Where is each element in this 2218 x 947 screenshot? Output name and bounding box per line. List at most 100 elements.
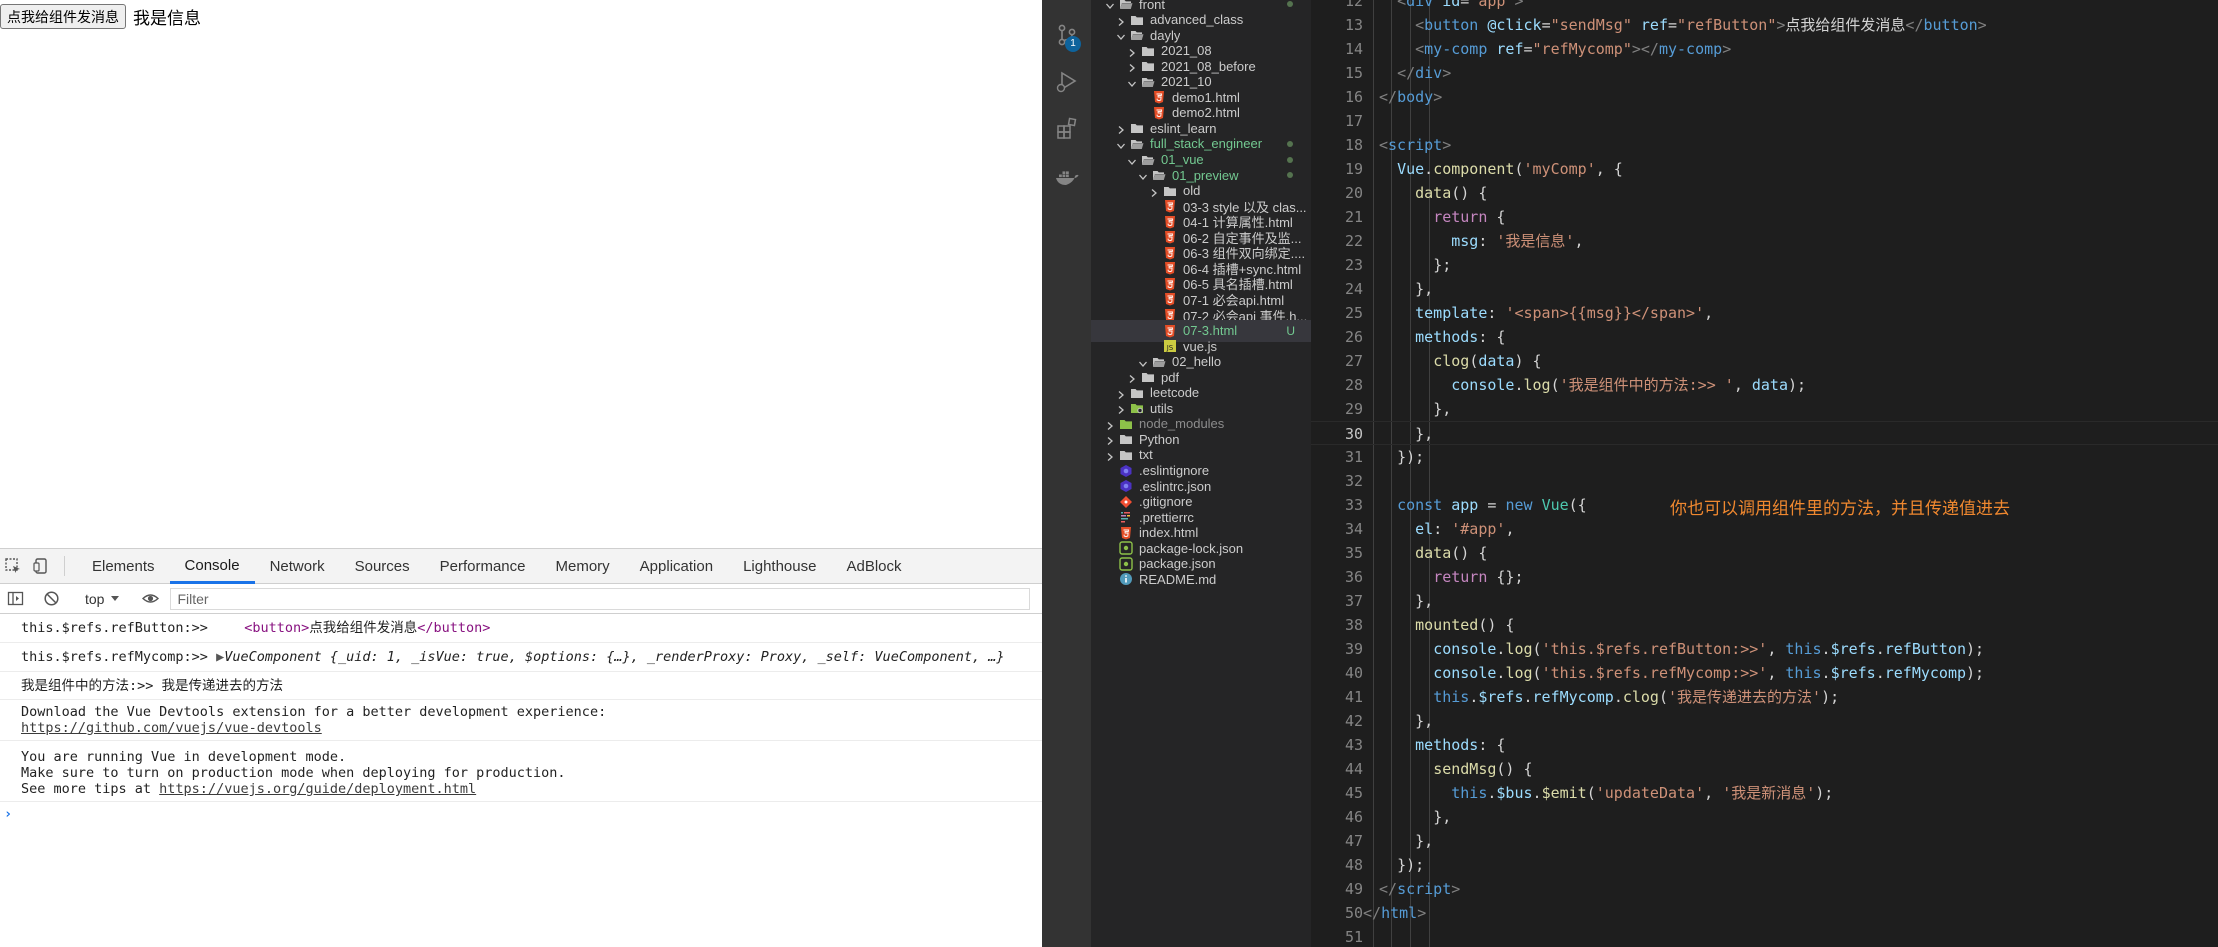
chevron-right-icon[interactable] [1105, 419, 1115, 430]
code-text: }, [1415, 712, 1434, 730]
chevron-right-icon[interactable] [1149, 186, 1159, 197]
code-line[interactable]: 49 </script> [1311, 877, 2218, 901]
code-line[interactable]: 36 return {}; [1311, 565, 2218, 589]
send-message-button[interactable]: 点我给组件发消息 [0, 4, 126, 29]
code-text: }, [1433, 400, 1452, 418]
code-line[interactable]: 46 }, [1311, 805, 2218, 829]
code-line[interactable]: 40 console.log('this.$refs.refMycomp:>>'… [1311, 661, 2218, 685]
expand-triangle-icon[interactable]: ▶ [216, 649, 224, 665]
code-line[interactable]: 16 </body> [1311, 85, 2218, 109]
line-number: 45 [1344, 784, 1363, 802]
chevron-down-icon[interactable] [1127, 155, 1137, 165]
tab-lighthouse[interactable]: Lighthouse [728, 549, 831, 584]
extensions-icon[interactable] [1054, 116, 1080, 142]
code-line[interactable]: 38 mounted() { [1311, 613, 2218, 637]
inspect-element-icon[interactable] [4, 557, 22, 575]
chevron-down-icon[interactable] [1127, 77, 1137, 87]
code-line[interactable]: 39 console.log('this.$refs.refButton:>>'… [1311, 637, 2218, 661]
run-debug-icon[interactable] [1054, 68, 1080, 94]
code-line[interactable]: 42 }, [1311, 709, 2218, 733]
code-line[interactable]: 35 data() { [1311, 541, 2218, 565]
chevron-right-icon[interactable] [1116, 388, 1126, 399]
chevron-right-icon[interactable] [1116, 123, 1126, 135]
line-number: 29 [1344, 400, 1363, 418]
code-text: }, [1433, 808, 1452, 826]
console-prompt[interactable]: › [0, 802, 1042, 826]
chevron-right-icon[interactable] [1127, 61, 1137, 73]
code-line[interactable]: 17 [1311, 109, 2218, 133]
code-line[interactable]: 13 <button @click="sendMsg" ref="refButt… [1311, 13, 2218, 37]
chevron-down-icon[interactable] [1116, 30, 1126, 41]
chevron-down-icon[interactable] [1116, 139, 1126, 149]
code-line[interactable]: 41 this.$refs.refMycomp.clog('我是传递进去的方法'… [1311, 685, 2218, 709]
tab-console[interactable]: Console [169, 549, 255, 584]
code-line[interactable]: 15 </div> [1311, 61, 2218, 85]
code-line[interactable]: 25 template: '<span>{{msg}}</span>', [1311, 301, 2218, 325]
console-toolbar: top [0, 584, 1042, 614]
chevron-right-icon[interactable] [1116, 15, 1126, 26]
code-line[interactable]: 27 clog(data) { [1311, 349, 2218, 373]
code-line[interactable]: 51 [1311, 925, 2218, 947]
console-filter-input[interactable] [170, 587, 1031, 610]
code-line[interactable]: 22 msg: '我是信息', [1311, 229, 2218, 253]
code-line[interactable]: 18 <script> [1311, 133, 2218, 157]
log-label: this.$refs.refMycomp:>> [21, 649, 208, 665]
code-text: <button @click="sendMsg" ref="refButton"… [1415, 16, 1987, 34]
clear-console-icon[interactable] [41, 589, 61, 609]
line-number: 26 [1344, 328, 1363, 346]
code-line[interactable]: 31 }); [1311, 445, 2218, 469]
code-line[interactable]: 50 </html> [1311, 901, 2218, 925]
code-line[interactable]: 32 [1311, 469, 2218, 493]
code-line[interactable]: 21 return { [1311, 205, 2218, 229]
chevron-down-icon[interactable] [1138, 357, 1148, 367]
context-selector[interactable]: top [85, 591, 120, 607]
chevron-right-icon[interactable] [1105, 450, 1115, 461]
code-line[interactable]: 24 }, [1311, 277, 2218, 301]
code-line[interactable]: 37 }, [1311, 589, 2218, 613]
chevron-down-icon[interactable] [1138, 170, 1148, 181]
tab-memory[interactable]: Memory [541, 549, 625, 584]
docker-icon[interactable] [1054, 165, 1080, 191]
line-number: 16 [1344, 88, 1363, 106]
live-expression-eye-icon[interactable] [140, 589, 160, 609]
deployment-link[interactable]: https://vuejs.org/guide/deployment.html [159, 781, 476, 797]
chevron-right-icon[interactable] [1127, 372, 1137, 384]
code-line[interactable]: 34 el: '#app', [1311, 517, 2218, 541]
code-editor[interactable]: 12 <div id="app"> 13 <button @click="send… [1311, 0, 2218, 947]
line-number: 38 [1344, 616, 1363, 634]
code-line[interactable]: 44 sendMsg() { [1311, 757, 2218, 781]
tab-performance[interactable]: Performance [425, 549, 541, 584]
devtools-link[interactable]: https://github.com/vuejs/vue-devtools [21, 720, 1021, 736]
console-log-row: this.$refs.refMycomp:>> ▶VueComponent {_… [0, 643, 1042, 672]
tab-network[interactable]: Network [255, 549, 340, 584]
line-number: 40 [1344, 664, 1363, 682]
tab-sources[interactable]: Sources [340, 549, 425, 584]
code-line[interactable]: 23 }; [1311, 253, 2218, 277]
code-line[interactable]: 30 }, [1311, 421, 2218, 445]
device-toolbar-icon[interactable] [32, 557, 50, 575]
explorer-file[interactable]: README.md [1091, 568, 1311, 590]
code-line[interactable]: 43 methods: { [1311, 733, 2218, 757]
code-line[interactable]: 47 }, [1311, 829, 2218, 853]
sidebar-toggle-icon[interactable] [5, 589, 25, 609]
code-line[interactable]: 14 <my-comp ref="refMycomp"></my-comp> [1311, 37, 2218, 61]
code-line[interactable]: 48 }); [1311, 853, 2218, 877]
log-object-preview[interactable]: VueComponent {_uid: 1, _isVue: true, $op… [224, 649, 1004, 665]
chevron-right-icon[interactable] [1127, 46, 1137, 57]
tab-elements[interactable]: Elements [77, 549, 170, 584]
chevron-right-icon[interactable] [1116, 403, 1126, 415]
code-line[interactable]: 12 <div id="app"> [1311, 0, 2218, 13]
log-html-open[interactable]: <button> [244, 620, 309, 636]
tab-application[interactable]: Application [625, 549, 728, 584]
chevron-right-icon[interactable] [1105, 434, 1115, 446]
modified-dot-icon [1287, 140, 1293, 147]
line-number: 46 [1344, 808, 1363, 826]
line-number: 49 [1344, 880, 1363, 898]
code-line[interactable]: 19 Vue.component('myComp', { [1311, 157, 2218, 181]
code-line[interactable]: 28 console.log('我是组件中的方法:>> ', data); [1311, 373, 2218, 397]
code-line[interactable]: 29 }, [1311, 397, 2218, 421]
code-line[interactable]: 26 methods: { [1311, 325, 2218, 349]
code-line[interactable]: 45 this.$bus.$emit('updateData', '我是新消息'… [1311, 781, 2218, 805]
tab-adblock[interactable]: AdBlock [831, 549, 916, 584]
code-line[interactable]: 20 data() { [1311, 181, 2218, 205]
